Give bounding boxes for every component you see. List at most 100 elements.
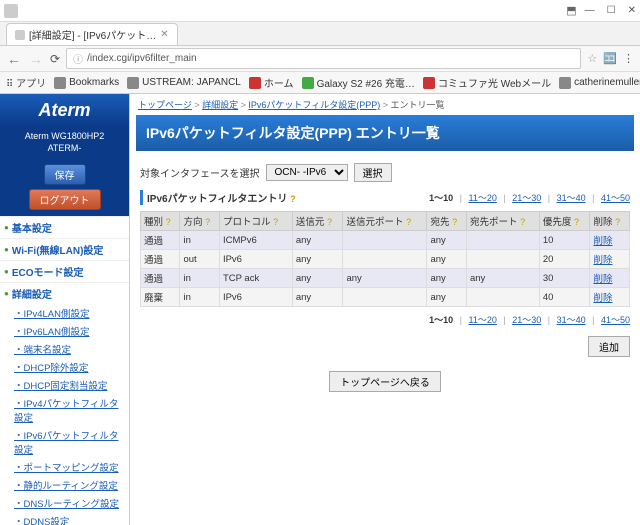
nav-group-header[interactable]: ●基本設定 <box>0 216 129 238</box>
pager-link[interactable]: 31〜40 <box>557 193 586 203</box>
help-icon[interactable]: ? <box>205 217 210 227</box>
table-cell: 30 <box>539 269 590 288</box>
top-page-button[interactable]: トップページへ戻る <box>329 371 441 392</box>
pager-link[interactable]: 41〜50 <box>601 193 630 203</box>
column-header: 送信元 ? <box>292 212 343 231</box>
table-cell <box>343 250 427 269</box>
pager-link[interactable]: 21〜30 <box>512 315 541 325</box>
browser-tab[interactable]: [詳細設定] - [IPv6パケット… ✕ <box>6 23 178 45</box>
table-cell: any <box>427 231 466 250</box>
table-cell: TCP ack <box>219 269 292 288</box>
pager-link[interactable]: 41〜50 <box>601 315 630 325</box>
nav-item[interactable]: ・DNSルーティング設定 <box>0 494 129 512</box>
help-icon[interactable]: ? <box>452 217 457 227</box>
app-icon <box>4 4 18 18</box>
breadcrumb-link[interactable]: トップページ <box>138 100 192 110</box>
reload-button[interactable]: ⟳ <box>50 52 60 66</box>
pager-link[interactable]: 1〜10 <box>429 193 453 203</box>
save-button[interactable]: 保存 <box>44 164 86 185</box>
help-icon[interactable]: ? <box>520 217 525 227</box>
model-info: Aterm WG1800HP2 ATERM- <box>0 127 129 158</box>
nav-item[interactable]: ・DHCP固定割当設定 <box>0 376 129 394</box>
bookmark-item[interactable]: Bookmarks <box>54 77 119 89</box>
help-icon[interactable]: ? <box>574 217 579 227</box>
nav-item[interactable]: ・IPv4パケットフィルタ設定 <box>0 394 129 426</box>
filter-table: 種別 ?方向 ?プロトコル ?送信元 ?送信元ポート ?宛先 ?宛先ポート ?優… <box>140 211 630 307</box>
table-cell: 通過 <box>141 269 180 288</box>
page-info-icon[interactable]: ⓘ <box>73 51 83 66</box>
table-cell: in <box>180 288 219 307</box>
table-cell <box>466 288 539 307</box>
delete-link[interactable]: 削除 <box>593 274 612 285</box>
browser-menu-icon[interactable]: ⋮ <box>623 52 634 65</box>
tab-favicon <box>15 30 25 40</box>
bookmark-item[interactable]: Galaxy S2 #26 充電… <box>302 75 415 90</box>
delete-link[interactable]: 削除 <box>593 236 612 247</box>
nav-item[interactable]: ・IPv6LAN側設定 <box>0 322 129 340</box>
nav-group-header[interactable]: ●ECOモード設定 <box>0 260 129 282</box>
help-icon[interactable]: ? <box>273 217 278 227</box>
breadcrumb-current: エントリ一覧 <box>391 100 445 110</box>
nav-item[interactable]: ・ポートマッピング設定 <box>0 458 129 476</box>
pager-link[interactable]: 31〜40 <box>557 315 586 325</box>
bullet-icon: ● <box>4 245 9 254</box>
nav-group-header[interactable]: ●詳細設定 <box>0 282 129 304</box>
breadcrumb-link[interactable]: IPv6パケットフィルタ設定(PPP) <box>248 100 380 110</box>
nav-item[interactable]: ・DDNS設定 <box>0 512 129 525</box>
pager-link[interactable]: 11〜20 <box>469 193 497 203</box>
table-cell: any <box>292 250 343 269</box>
bookmark-item[interactable]: コミュファ光 Webメール <box>423 75 551 90</box>
address-bar[interactable]: ⓘ /index.cgi/ipv6filter_main <box>66 48 581 69</box>
translate-icon[interactable]: 🈁 <box>603 52 617 65</box>
pager-link[interactable]: 1〜10 <box>429 315 453 325</box>
nav-item[interactable]: ・端末名設定 <box>0 340 129 358</box>
help-icon[interactable]: ? <box>290 194 296 204</box>
nav-group-header[interactable]: ●Wi-Fi(無線LAN)設定 <box>0 238 129 260</box>
bullet-icon: ● <box>4 267 9 276</box>
back-button[interactable]: ← <box>6 51 22 67</box>
help-icon[interactable]: ? <box>327 217 332 227</box>
bookmark-star-icon[interactable]: ☆ <box>587 52 597 65</box>
pager-link[interactable]: 11〜20 <box>469 315 497 325</box>
apps-button[interactable]: ⠿ アプリ <box>6 75 46 90</box>
nav-item[interactable]: ・IPv6パケットフィルタ設定 <box>0 426 129 458</box>
bookmark-item[interactable]: ホーム <box>249 75 294 90</box>
nav-item[interactable]: ・DHCP除外設定 <box>0 358 129 376</box>
nav-item[interactable]: ・静的ルーティング設定 <box>0 476 129 494</box>
table-row: 廃棄inIPv6anyany40削除 <box>141 288 630 307</box>
column-header: 優先度 ? <box>539 212 590 231</box>
nav-item[interactable]: ・IPv4LAN側設定 <box>0 304 129 322</box>
delete-cell: 削除 <box>590 269 630 288</box>
tab-close-icon[interactable]: ✕ <box>160 29 168 40</box>
pager-top: 1〜10 | 11〜20 | 21〜30 | 31〜40 | 41〜50 <box>425 191 630 204</box>
url-text: /index.cgi/ipv6filter_main <box>87 53 197 64</box>
forward-button[interactable]: → <box>28 51 44 67</box>
bookmark-item[interactable]: catherinemuller.fr <box>559 77 640 89</box>
table-cell: any <box>343 269 427 288</box>
column-header: プロトコル ? <box>219 212 292 231</box>
add-button[interactable]: 追加 <box>588 336 630 357</box>
help-icon[interactable]: ? <box>166 217 171 227</box>
select-button[interactable]: 選択 <box>354 163 392 182</box>
table-cell: any <box>292 231 343 250</box>
close-button[interactable]: ✕ <box>628 5 636 16</box>
logout-button[interactable]: ログアウト <box>29 189 101 210</box>
table-cell: 通過 <box>141 231 180 250</box>
table-row: 通過outIPv6anyany20削除 <box>141 250 630 269</box>
table-cell: 20 <box>539 250 590 269</box>
table-cell: any <box>427 288 466 307</box>
breadcrumb-link[interactable]: 詳細設定 <box>202 100 238 110</box>
minimize-button[interactable]: — <box>585 5 595 16</box>
help-icon[interactable]: ? <box>615 217 620 227</box>
bookmark-item[interactable]: USTREAM: JAPANCL <box>127 77 241 89</box>
pager-link[interactable]: 21〜30 <box>512 193 541 203</box>
table-cell: 通過 <box>141 250 180 269</box>
delete-cell: 削除 <box>590 231 630 250</box>
restore-icon[interactable]: ⬒ <box>566 4 576 17</box>
help-icon[interactable]: ? <box>406 217 411 227</box>
delete-link[interactable]: 削除 <box>593 293 612 304</box>
delete-link[interactable]: 削除 <box>593 255 612 266</box>
table-cell: 40 <box>539 288 590 307</box>
maximize-button[interactable]: ☐ <box>607 5 616 16</box>
interface-select[interactable]: OCN- -IPv6 <box>266 164 348 181</box>
